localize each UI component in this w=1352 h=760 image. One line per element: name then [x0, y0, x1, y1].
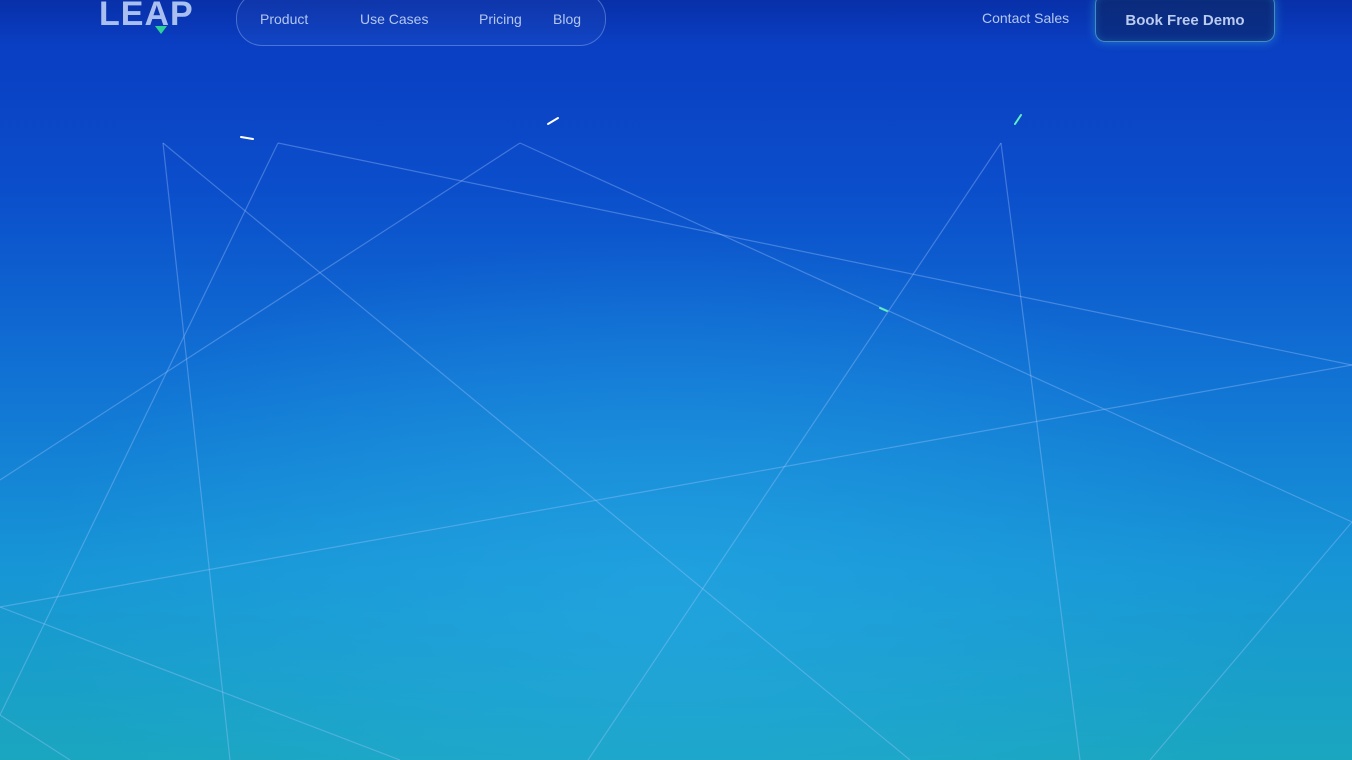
shooting-star — [1014, 114, 1022, 125]
bg-line — [587, 142, 1002, 760]
shooting-star — [547, 117, 559, 125]
leap-logo[interactable]: LEAP — [99, 0, 205, 40]
nav-link-use-cases[interactable]: Use Cases — [360, 11, 428, 27]
nav-link-blog[interactable]: Blog — [553, 11, 581, 27]
bg-line — [162, 142, 231, 760]
bg-line — [1149, 521, 1352, 760]
bg-line — [277, 142, 1352, 366]
bg-line — [1000, 142, 1081, 760]
bg-line — [0, 364, 1352, 608]
triangle-down-icon — [155, 26, 167, 34]
bg-line — [0, 142, 521, 481]
shooting-star — [240, 136, 254, 140]
bg-line — [162, 142, 911, 760]
bg-line — [0, 142, 279, 716]
logo-text: LEAP — [99, 0, 194, 33]
background-line-pattern — [0, 114, 1352, 760]
bg-line — [0, 606, 401, 760]
contact-sales-link[interactable]: Contact Sales — [982, 10, 1069, 26]
nav-link-product[interactable]: Product — [260, 11, 308, 27]
top-navigation: LEAP Product Use Cases Pricing Blog Cont… — [0, 0, 1352, 46]
shooting-star — [879, 307, 888, 312]
nav-link-pricing[interactable]: Pricing — [479, 11, 522, 27]
book-free-demo-button[interactable]: Book Free Demo — [1095, 0, 1275, 42]
bg-line — [519, 142, 1352, 523]
bg-line — [0, 714, 71, 760]
